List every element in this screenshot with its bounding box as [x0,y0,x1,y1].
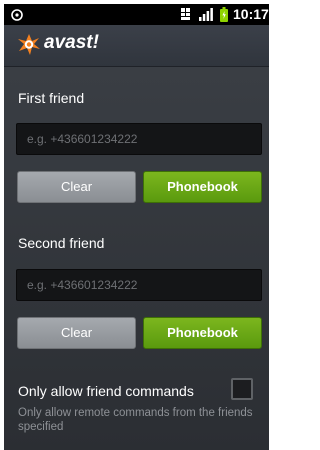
status-bar: 10:17 [4,4,269,25]
second-friend-clear-button[interactable]: Clear [17,317,136,349]
screen: 10:17 avast! First friend Clear Phoneboo… [0,0,269,450]
notification-icon [11,8,23,21]
app-header: avast! [4,25,269,67]
second-friend-label: Second friend [18,235,105,251]
second-friend-phonebook-button[interactable]: Phonebook [143,317,262,349]
settings-panel: First friend Clear Phonebook Second frie… [4,67,269,450]
signal-icon [199,8,213,21]
second-friend-phone-input[interactable] [16,269,262,301]
friend-commands-title: Only allow friend commands [18,383,194,399]
first-friend-clear-button[interactable]: Clear [17,171,136,203]
sim-icon [181,8,191,21]
friend-commands-setting[interactable]: Only allow friend commands Only allow re… [4,373,269,439]
avast-logo-icon [16,31,42,57]
status-time: 10:17 [233,6,269,22]
first-friend-phonebook-button[interactable]: Phonebook [143,171,262,203]
first-friend-phone-input[interactable] [16,123,262,155]
friend-commands-checkbox[interactable] [231,378,253,400]
app-title: avast! [44,32,99,53]
first-friend-label: First friend [18,90,85,106]
battery-icon [220,7,228,22]
friend-commands-description: Only allow remote commands from the frie… [18,407,253,433]
